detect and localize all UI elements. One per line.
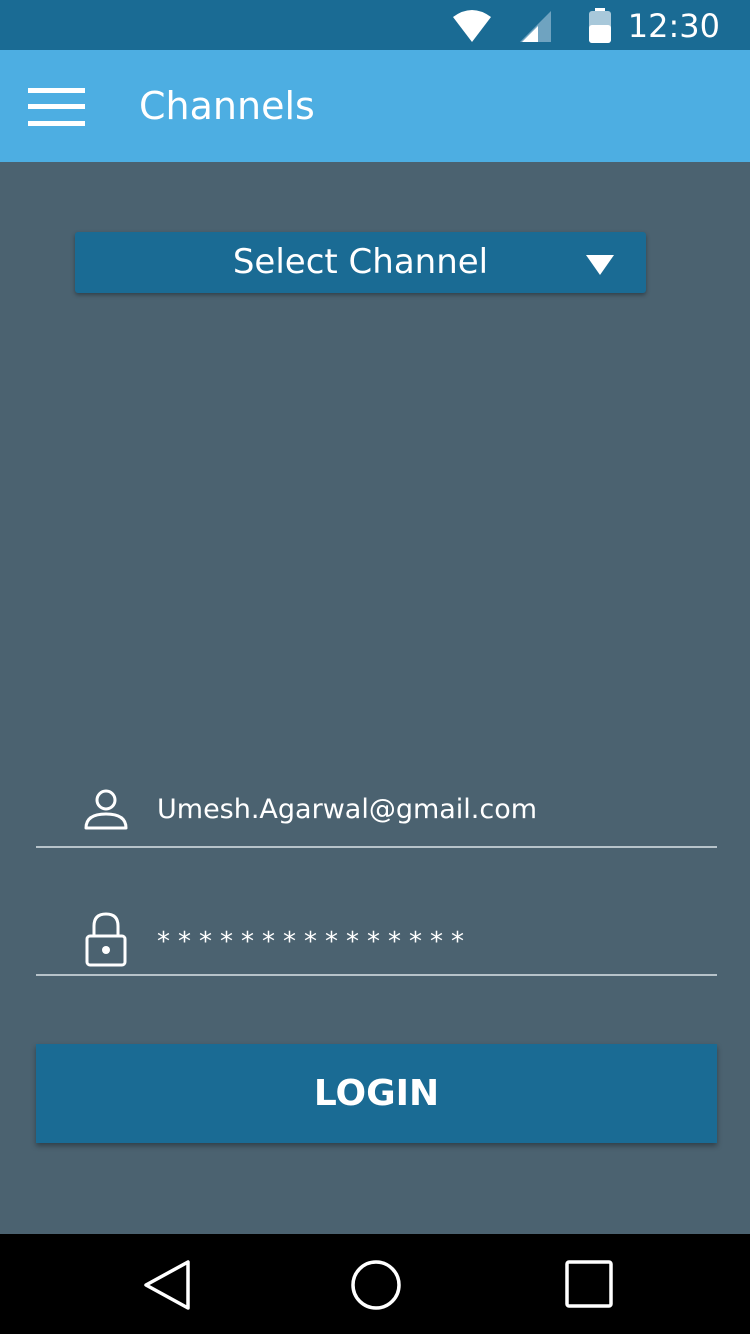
- app-bar: Channels: [0, 50, 750, 162]
- lock-icon: [84, 912, 128, 972]
- email-field[interactable]: Umesh.Agarwal@gmail.com: [36, 770, 717, 848]
- email-value: Umesh.Agarwal@gmail.com: [157, 794, 538, 825]
- navigation-bar: [0, 1234, 750, 1334]
- password-value: ***************: [157, 927, 472, 957]
- back-icon[interactable]: [140, 1259, 192, 1315]
- status-time: 12:30: [627, 7, 720, 45]
- page-title: Channels: [139, 84, 315, 128]
- user-icon: [84, 788, 128, 836]
- home-icon[interactable]: [350, 1259, 402, 1315]
- login-button[interactable]: LOGIN: [36, 1044, 717, 1143]
- channel-select-label: Select Channel: [232, 242, 489, 282]
- signal-icon: [518, 9, 554, 47]
- menu-line: [28, 88, 85, 93]
- menu-line: [28, 104, 85, 109]
- menu-line: [28, 121, 85, 126]
- status-bar: 12:30: [0, 0, 750, 50]
- battery-icon: [588, 8, 612, 48]
- dropdown-caret-icon: [585, 254, 615, 280]
- password-field[interactable]: ***************: [36, 898, 717, 976]
- hamburger-menu-icon[interactable]: [28, 88, 86, 126]
- wifi-icon: [452, 9, 492, 47]
- recents-icon[interactable]: [564, 1259, 614, 1313]
- channel-select-dropdown[interactable]: Select Channel: [75, 232, 646, 293]
